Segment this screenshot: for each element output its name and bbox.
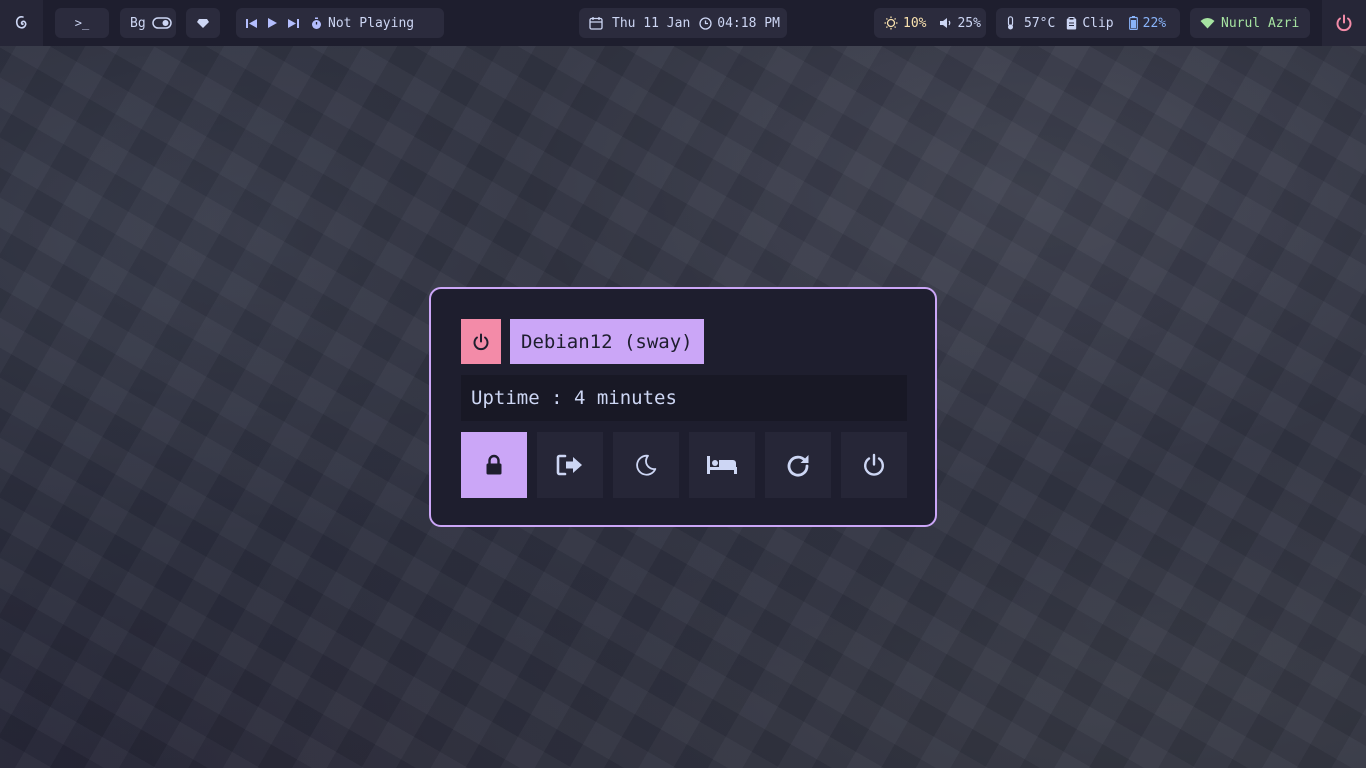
diamond-icon xyxy=(197,18,209,29)
media-player: Not Playing xyxy=(236,8,444,38)
power-icon xyxy=(862,453,886,477)
bg-toggle[interactable]: Bg xyxy=(120,8,176,38)
reboot-button[interactable] xyxy=(765,432,831,498)
clock-widget[interactable]: Thu 11 Jan 04:18 PM xyxy=(579,8,787,38)
shutdown-button[interactable] xyxy=(841,432,907,498)
wifi-widget[interactable]: Nurul Azri xyxy=(1190,8,1310,38)
terminal-label: >_ xyxy=(74,16,90,30)
logout-button[interactable] xyxy=(537,432,603,498)
hibernate-button[interactable] xyxy=(689,432,755,498)
reboot-icon xyxy=(786,453,810,477)
logout-icon xyxy=(556,454,584,476)
wallpaper-button[interactable] xyxy=(186,8,220,38)
clipboard-icon[interactable] xyxy=(1066,16,1077,30)
temperature-value: 57°C xyxy=(1024,15,1056,31)
terminal-button[interactable]: >_ xyxy=(55,8,109,38)
media-status: Not Playing xyxy=(328,15,415,31)
host-label: Debian12 (sway) xyxy=(510,319,704,364)
battery-value: 22% xyxy=(1142,15,1167,31)
power-actions xyxy=(461,432,907,498)
power-icon xyxy=(1335,14,1353,32)
power-menu-button[interactable] xyxy=(1322,0,1366,46)
debian-swirl-icon xyxy=(14,14,30,32)
lock-button[interactable] xyxy=(461,432,527,498)
host-power-badge xyxy=(461,319,501,364)
power-menu-dialog: Debian12 (sway) Uptime : 4 minutes xyxy=(429,287,937,527)
suspend-button[interactable] xyxy=(613,432,679,498)
clipboard-label[interactable]: Clip xyxy=(1082,16,1113,31)
next-track-icon[interactable] xyxy=(288,18,299,29)
date-text: Thu 11 Jan xyxy=(612,15,691,31)
top-bar: >_ Bg Not Playing Thu 11 Jan 04:18 PM 10… xyxy=(0,0,1366,46)
time-text: 04:18 PM xyxy=(717,15,780,31)
thermometer-icon xyxy=(1006,16,1015,30)
clock-icon xyxy=(699,16,712,30)
volume-icon[interactable] xyxy=(939,17,952,29)
launcher-button[interactable] xyxy=(0,0,43,46)
previous-track-icon[interactable] xyxy=(246,18,257,29)
toggle-switch-icon xyxy=(151,17,172,29)
power-icon xyxy=(472,333,490,351)
moon-icon xyxy=(635,454,657,476)
bed-icon xyxy=(706,455,738,475)
uptime-text: Uptime : 4 minutes xyxy=(461,375,907,421)
wifi-icon xyxy=(1200,17,1215,29)
play-icon[interactable] xyxy=(267,17,278,29)
wifi-name: Nurul Azri xyxy=(1221,15,1300,31)
calendar-icon xyxy=(589,16,603,30)
battery-icon xyxy=(1128,16,1138,30)
brightness-volume-widget: 10% 25% xyxy=(874,8,986,38)
timer-icon xyxy=(311,17,322,30)
volume-value: 25% xyxy=(957,15,981,31)
bg-toggle-label: Bg xyxy=(130,15,146,31)
brightness-value: 10% xyxy=(903,15,927,31)
lock-icon xyxy=(485,454,503,476)
brightness-icon[interactable] xyxy=(884,16,898,30)
system-stats-widget: 57°C Clip 22% xyxy=(996,8,1180,38)
